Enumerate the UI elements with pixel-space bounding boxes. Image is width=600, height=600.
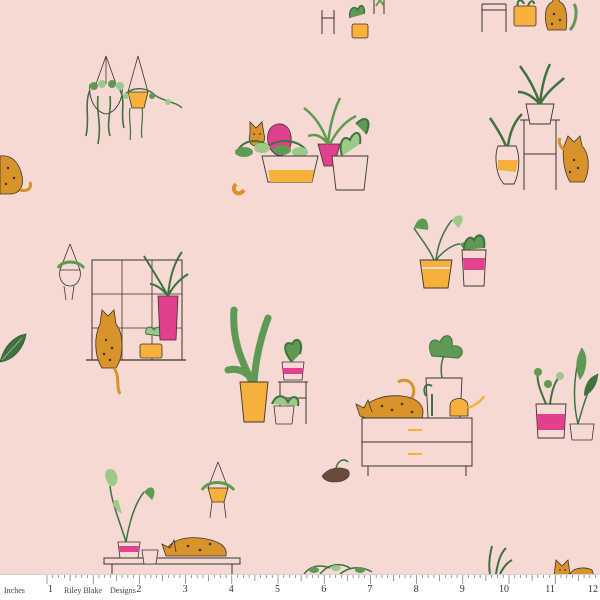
potted-plant-icon xyxy=(413,215,469,289)
bench-icon xyxy=(103,557,241,574)
dresser-icon xyxy=(361,417,473,476)
ruler-number: 4 xyxy=(228,584,234,595)
potted-plant-icon xyxy=(224,306,272,423)
top-plant-stand-motif xyxy=(320,0,390,42)
cat-icon xyxy=(95,309,123,395)
ruler-unit-label: Inches xyxy=(4,586,25,595)
ruler-brand: Riley Blake xyxy=(64,586,102,595)
bench-cat-motif xyxy=(100,461,250,577)
left-edge-leaf-motif xyxy=(0,332,28,368)
fabric-pattern: Inches Riley Blake Designs 1 2 3 4 5 6 7 8 9 10 11… xyxy=(0,0,600,600)
hanging-planter-icon xyxy=(121,55,183,141)
cat-icon xyxy=(557,135,589,183)
potted-plant-icon xyxy=(461,234,487,287)
ruler-number: 12 xyxy=(588,584,598,595)
top-right-cat-motif xyxy=(478,0,588,40)
ruler-number: 10 xyxy=(499,584,509,595)
selvedge-ruler: Inches Riley Blake Designs 1 2 3 4 5 6 7 8 9 10 11… xyxy=(0,574,600,600)
window-cat-motif xyxy=(54,243,189,414)
ruler-number: 6 xyxy=(321,584,327,595)
cat-icon xyxy=(231,121,265,196)
bottom-plants-motif xyxy=(300,548,390,576)
ruler-brand-suffix: Designs xyxy=(110,586,136,595)
cat-icon xyxy=(355,378,424,419)
two-pots-motif xyxy=(413,210,494,290)
hanging-plants-motif xyxy=(76,55,186,146)
hanging-planter-icon xyxy=(200,461,236,519)
bottom-right-cat-motif xyxy=(548,550,598,577)
ruler-number: 8 xyxy=(413,584,419,595)
dresser-cat-motif xyxy=(321,326,497,486)
left-edge-cat-motif xyxy=(0,150,36,200)
right-pots-motif xyxy=(532,340,600,445)
ruler-number: 1 xyxy=(48,584,53,595)
tall-plants-cat-motif xyxy=(488,63,600,194)
hanging-planter-icon xyxy=(85,55,125,145)
cat-icon xyxy=(161,537,227,557)
ruler-number: 2 xyxy=(136,584,142,595)
ruler-number: 9 xyxy=(459,584,465,595)
cat-plant-shelf-motif xyxy=(228,94,373,204)
hanging-planter-icon xyxy=(56,243,86,301)
ruler-number: 11 xyxy=(545,584,555,595)
ruler-number: 5 xyxy=(275,584,280,595)
ruler-number: 7 xyxy=(367,584,373,595)
bottom-right-grass-motif xyxy=(484,544,514,576)
ruler-number: 3 xyxy=(182,584,188,595)
plant-stand-motif xyxy=(222,298,322,428)
